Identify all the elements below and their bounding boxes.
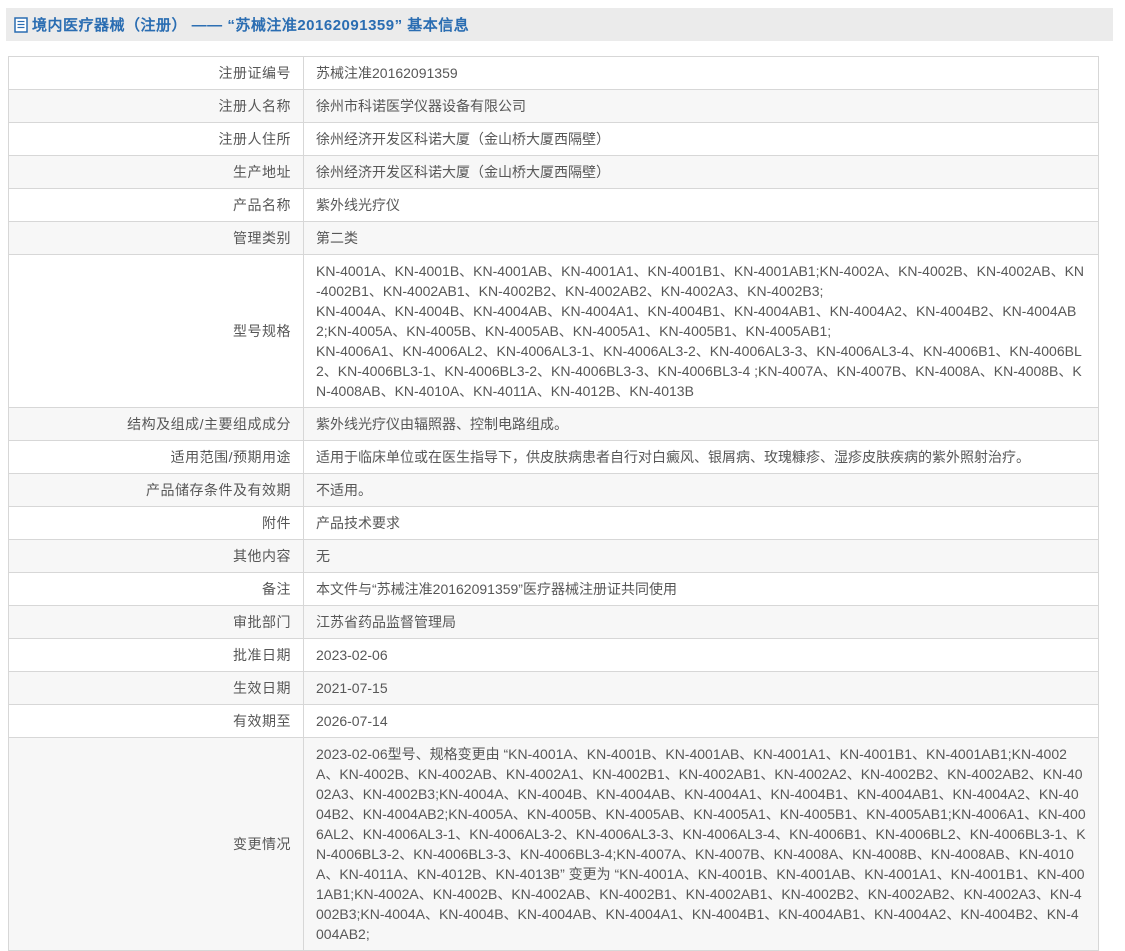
table-row: 附件 产品技术要求 — [8, 506, 1099, 540]
row-label: 注册人住所 — [8, 122, 304, 156]
table-row: 有效期至 2026-07-14 — [8, 704, 1099, 738]
row-value: 徐州市科诺医学仪器设备有限公司 — [303, 89, 1099, 123]
row-label: 适用范围/预期用途 — [8, 440, 304, 474]
row-value: 2026-07-14 — [303, 704, 1099, 738]
row-label: 备注 — [8, 572, 304, 606]
row-label: 产品储存条件及有效期 — [8, 473, 304, 507]
page-header: 境内医疗器械（注册） —— “苏械注准20162091359” 基本信息 — [6, 8, 1113, 41]
row-label: 其他内容 — [8, 539, 304, 573]
row-label: 结构及组成/主要组成成分 — [8, 407, 304, 441]
table-row: 其他内容 无 — [8, 539, 1099, 573]
table-row: 管理类别 第二类 — [8, 221, 1099, 255]
table-row: 备注 本文件与“苏械注准20162091359”医疗器械注册证共同使用 — [8, 572, 1099, 606]
row-label: 变更情况 — [8, 737, 304, 951]
row-label: 注册证编号 — [8, 56, 304, 90]
row-value: 第二类 — [303, 221, 1099, 255]
row-label: 产品名称 — [8, 188, 304, 222]
table-row: 注册人名称 徐州市科诺医学仪器设备有限公司 — [8, 89, 1099, 123]
row-value: 徐州经济开发区科诺大厦（金山桥大厦西隔壁） — [303, 155, 1099, 189]
row-label: 管理类别 — [8, 221, 304, 255]
table-row: 结构及组成/主要组成成分 紫外线光疗仪由辐照器、控制电路组成。 — [8, 407, 1099, 441]
row-value: 适用于临床单位或在医生指导下，供皮肤病患者自行对白癜风、银屑病、玫瑰糠疹、湿疹皮… — [303, 440, 1099, 474]
row-value: 紫外线光疗仪由辐照器、控制电路组成。 — [303, 407, 1099, 441]
row-label: 型号规格 — [8, 254, 304, 408]
row-value: 产品技术要求 — [303, 506, 1099, 540]
row-value: 江苏省药品监督管理局 — [303, 605, 1099, 639]
row-label: 审批部门 — [8, 605, 304, 639]
table-row: 生效日期 2021-07-15 — [8, 671, 1099, 705]
row-value: 不适用。 — [303, 473, 1099, 507]
row-value: 本文件与“苏械注准20162091359”医疗器械注册证共同使用 — [303, 572, 1099, 606]
table-row: 生产地址 徐州经济开发区科诺大厦（金山桥大厦西隔壁） — [8, 155, 1099, 189]
row-label: 附件 — [8, 506, 304, 540]
table-row: 注册人住所 徐州经济开发区科诺大厦（金山桥大厦西隔壁） — [8, 122, 1099, 156]
table-row: 型号规格 KN-4001A、KN-4001B、KN-4001AB、KN-4001… — [8, 254, 1099, 408]
table-row: 产品名称 紫外线光疗仪 — [8, 188, 1099, 222]
registration-info-table: 注册证编号 苏械注准20162091359 注册人名称 徐州市科诺医学仪器设备有… — [8, 56, 1099, 951]
table-row: 产品储存条件及有效期 不适用。 — [8, 473, 1099, 507]
row-value: 苏械注准20162091359 — [303, 56, 1099, 90]
row-value: 2023-02-06 — [303, 638, 1099, 672]
table-row: 批准日期 2023-02-06 — [8, 638, 1099, 672]
row-value: 无 — [303, 539, 1099, 573]
document-icon — [14, 16, 28, 33]
table-row: 审批部门 江苏省药品监督管理局 — [8, 605, 1099, 639]
row-label: 生效日期 — [8, 671, 304, 705]
row-value: 2021-07-15 — [303, 671, 1099, 705]
table-row: 适用范围/预期用途 适用于临床单位或在医生指导下，供皮肤病患者自行对白癜风、银屑… — [8, 440, 1099, 474]
page-title: 境内医疗器械（注册） —— “苏械注准20162091359” 基本信息 — [32, 17, 470, 34]
row-value: 2023-02-06型号、规格变更由 “KN-4001A、KN-4001B、KN… — [303, 737, 1099, 951]
row-value: 紫外线光疗仪 — [303, 188, 1099, 222]
row-label: 生产地址 — [8, 155, 304, 189]
row-label: 注册人名称 — [8, 89, 304, 123]
row-value: KN-4001A、KN-4001B、KN-4001AB、KN-4001A1、KN… — [303, 254, 1099, 408]
table-row: 注册证编号 苏械注准20162091359 — [8, 56, 1099, 90]
table-row: 变更情况 2023-02-06型号、规格变更由 “KN-4001A、KN-400… — [8, 737, 1099, 951]
row-label: 批准日期 — [8, 638, 304, 672]
row-label: 有效期至 — [8, 704, 304, 738]
row-value: 徐州经济开发区科诺大厦（金山桥大厦西隔壁） — [303, 122, 1099, 156]
